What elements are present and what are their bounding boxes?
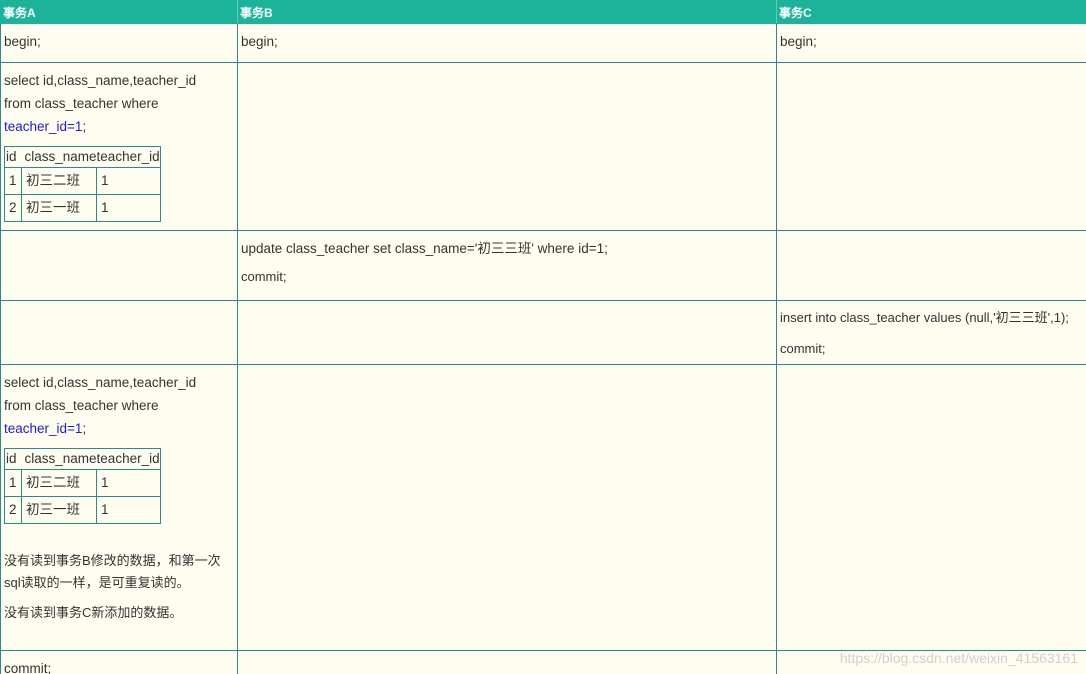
result-header-row: id class_name teacher_id [4,448,161,470]
header-row: 事务A 事务B 事务C [0,0,1086,24]
result-table: id class_name teacher_id 1 初三二班 1 2 初三一班 [4,448,161,524]
note-not-read-insert: 没有读到事务C新添加的数据。 [4,605,183,620]
row-begin: begin; begin; begin; [0,23,1086,63]
cell-c-empty [776,650,1086,674]
update-statement: update class_teacher set class_name='初三三… [241,241,608,256]
select-line-2: from class_teacher where [4,96,159,111]
result-row: 2 初三一班 1 [4,194,161,222]
result-row: 1 初三二班 1 [4,167,161,195]
result-cell-class-name: 初三二班 [20,167,98,195]
cell-c-insert: insert into class_teacher values (null,'… [776,300,1086,365]
cell-a-empty [0,230,238,301]
cell-b-empty [237,300,777,365]
cell-c-begin: begin; [776,23,1086,63]
cell-a-select-1: select id,class_name,teacher_id from cla… [0,62,238,231]
result-cell-teacher-id: 1 [96,469,161,497]
result-cell-class-name: 初三一班 [20,194,98,222]
header-transaction-c: 事务C [776,0,1086,24]
select-line-1: select id,class_name,teacher_id [4,375,197,390]
row-select-2: select id,class_name,teacher_id from cla… [0,364,1086,651]
cell-a-commit: commit; [0,650,238,674]
result-header-teacher-id: teacher_id [96,146,161,168]
cell-c-empty [776,230,1086,301]
row-commit: commit; [0,650,1086,674]
result-header-id: id [4,448,22,470]
select-statement: select id,class_name,teacher_id from cla… [4,69,234,138]
insert-statement: insert into class_teacher values (null,'… [780,310,1069,325]
cell-a-select-2: select id,class_name,teacher_id from cla… [0,364,238,651]
row-insert: insert into class_teacher values (null,'… [0,300,1086,365]
row-update: update class_teacher set class_name='初三三… [0,230,1086,301]
result-cell-id: 2 [4,194,22,222]
result-cell-class-name: 初三一班 [20,496,98,524]
select-line-2: from class_teacher where [4,398,159,413]
cell-b-begin: begin; [237,23,777,63]
insert-commit: commit; [780,341,826,356]
result-row: 2 初三一班 1 [4,496,161,524]
cell-b-empty [237,364,777,651]
result-cell-id: 2 [4,496,22,524]
cell-b-empty [237,62,777,231]
observation-notes: 没有读到事务B修改的数据，和第一次sql读取的一样，是可重复读的。 没有读到事务… [4,550,234,624]
result-header-teacher-id: teacher_id [96,448,161,470]
result-cell-id: 1 [4,469,22,497]
header-transaction-b: 事务B [237,0,777,24]
page: 事务A 事务B 事务C begin; begin; begin; select … [0,0,1086,674]
result-cell-teacher-id: 1 [96,167,161,195]
header-transaction-a: 事务A [0,0,238,24]
note-not-read-update: 没有读到事务B修改的数据，和第一次sql读取的一样，是可重复读的。 [4,553,221,590]
result-header-class-name: class_name [21,146,97,168]
select-end: ; [82,119,87,134]
select-condition: teacher_id=1 [4,119,83,134]
result-cell-teacher-id: 1 [96,194,161,222]
cell-c-empty [776,62,1086,231]
row-select-1: select id,class_name,teacher_id from cla… [0,62,1086,231]
cell-a-empty [0,300,238,365]
result-cell-teacher-id: 1 [96,496,161,524]
select-statement: select id,class_name,teacher_id from cla… [4,371,234,440]
transaction-table: 事务A 事务B 事务C begin; begin; begin; select … [0,0,1086,674]
result-header-class-name: class_name [21,448,97,470]
update-commit: commit; [241,269,287,284]
cell-b-update: update class_teacher set class_name='初三三… [237,230,777,301]
select-condition: teacher_id=1 [4,421,83,436]
select-line-1: select id,class_name,teacher_id [4,73,197,88]
result-header-id: id [4,146,22,168]
result-header-row: id class_name teacher_id [4,146,161,168]
result-table: id class_name teacher_id 1 初三二班 1 2 初三一班 [4,146,161,222]
cell-a-begin: begin; [0,23,238,63]
result-cell-class-name: 初三二班 [20,469,98,497]
result-row: 1 初三二班 1 [4,469,161,497]
select-end: ; [82,421,87,436]
result-cell-id: 1 [4,167,22,195]
cell-b-empty [237,650,777,674]
cell-c-empty [776,364,1086,651]
